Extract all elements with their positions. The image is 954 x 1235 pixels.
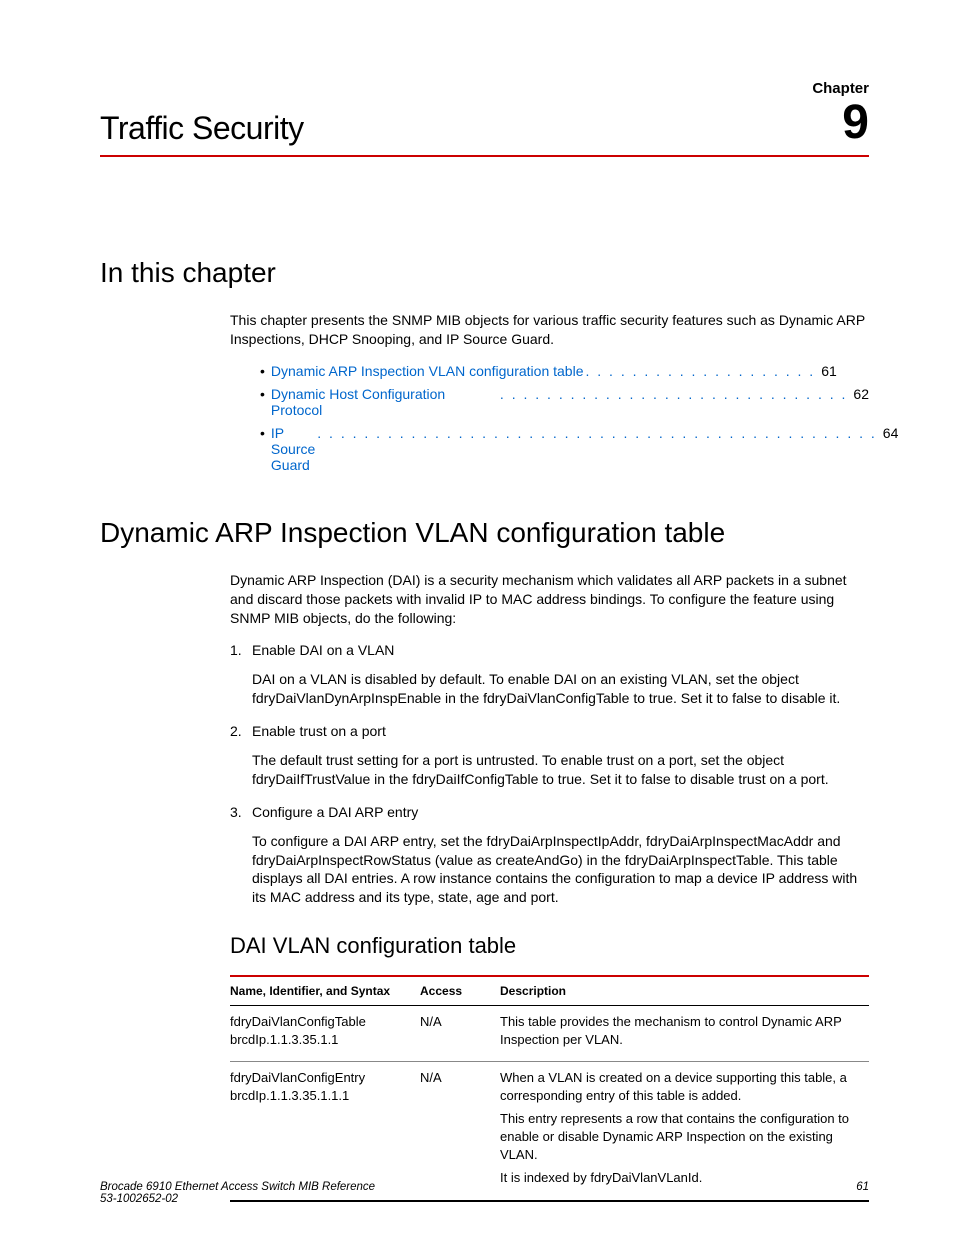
cell-access: N/A — [420, 1062, 500, 1201]
cell-name: fdryDaiVlanConfigEntry brcdIp.1.1.3.35.1… — [230, 1062, 420, 1201]
steps-list: 1.Enable DAI on a VLAN DAI on a VLAN is … — [230, 641, 869, 907]
dai-vlan-config-heading: Dynamic ARP Inspection VLAN configuratio… — [100, 517, 869, 549]
dai-intro: Dynamic ARP Inspection (DAI) is a securi… — [230, 571, 869, 628]
toc-item: • Dynamic Host Configuration Protocol . … — [260, 386, 869, 418]
toc-item: • Dynamic ARP Inspection VLAN configurat… — [260, 363, 869, 379]
identifier-line: brcdIp.1.1.3.35.1.1.1 — [230, 1087, 412, 1105]
desc-text: This entry represents a row that contain… — [500, 1110, 861, 1163]
chapter-header: Traffic Security Chapter 9 — [100, 80, 869, 157]
toc-page: 62 — [853, 386, 869, 402]
step-title: Enable trust on a port — [252, 723, 386, 739]
bullet-icon: • — [260, 425, 265, 441]
cell-access: N/A — [420, 1006, 500, 1062]
step-body: The default trust setting for a port is … — [252, 751, 869, 789]
toc-dots: . . . . . . . . . . . . . . . . . . . . … — [317, 425, 877, 441]
name-line: fdryDaiVlanConfigTable — [230, 1013, 412, 1031]
chapter-number-block: Chapter 9 — [812, 80, 869, 147]
bullet-icon: • — [260, 386, 265, 402]
bullet-icon: • — [260, 363, 265, 379]
toc-link-ip-source-guard[interactable]: IP Source Guard — [271, 425, 315, 473]
desc-text: When a VLAN is created on a device suppo… — [500, 1069, 861, 1104]
toc-link-dai-vlan[interactable]: Dynamic ARP Inspection VLAN configuratio… — [271, 363, 584, 379]
toc-item: • IP Source Guard . . . . . . . . . . . … — [260, 425, 869, 473]
dai-vlan-table: Name, Identifier, and Syntax Access Desc… — [230, 975, 869, 1201]
step-title: Enable DAI on a VLAN — [252, 642, 394, 658]
step-title: Configure a DAI ARP entry — [252, 804, 418, 820]
col-header-name: Name, Identifier, and Syntax — [230, 976, 420, 1006]
table-header-row: Name, Identifier, and Syntax Access Desc… — [230, 976, 869, 1006]
in-this-chapter-intro: This chapter presents the SNMP MIB objec… — [230, 311, 869, 349]
footer-docnum: 53-1002652-02 — [100, 1193, 375, 1205]
name-line: fdryDaiVlanConfigEntry — [230, 1069, 412, 1087]
dai-vlan-table-heading: DAI VLAN configuration table — [230, 933, 869, 959]
step-1: 1.Enable DAI on a VLAN DAI on a VLAN is … — [230, 641, 869, 708]
footer-title: Brocade 6910 Ethernet Access Switch MIB … — [100, 1181, 375, 1193]
chapter-title: Traffic Security — [100, 110, 304, 147]
cell-name: fdryDaiVlanConfigTable brcdIp.1.1.3.35.1… — [230, 1006, 420, 1062]
desc-text: This table provides the mechanism to con… — [500, 1013, 861, 1048]
toc-dots: . . . . . . . . . . . . . . . . . . . . — [586, 363, 816, 379]
col-header-access: Access — [420, 976, 500, 1006]
col-header-description: Description — [500, 976, 869, 1006]
in-this-chapter-heading: In this chapter — [100, 257, 869, 289]
step-number: 3. — [230, 803, 252, 822]
identifier-line: brcdIp.1.1.3.35.1.1 — [230, 1031, 412, 1049]
cell-description: This table provides the mechanism to con… — [500, 1006, 869, 1062]
toc-page: 64 — [883, 425, 899, 441]
step-2: 2.Enable trust on a port The default tru… — [230, 722, 869, 789]
toc-page: 61 — [821, 363, 837, 379]
toc-list: • Dynamic ARP Inspection VLAN configurat… — [260, 363, 869, 473]
chapter-label: Chapter — [812, 80, 869, 97]
chapter-number: 9 — [812, 99, 869, 147]
step-number: 2. — [230, 722, 252, 741]
step-number: 1. — [230, 641, 252, 660]
step-body: DAI on a VLAN is disabled by default. To… — [252, 670, 869, 708]
footer-left: Brocade 6910 Ethernet Access Switch MIB … — [100, 1181, 375, 1205]
toc-dots: . . . . . . . . . . . . . . . . . . . . … — [500, 386, 848, 402]
table-row: fdryDaiVlanConfigTable brcdIp.1.1.3.35.1… — [230, 1006, 869, 1062]
step-body: To configure a DAI ARP entry, set the fd… — [252, 832, 869, 908]
footer-page-number: 61 — [856, 1181, 869, 1205]
cell-description: When a VLAN is created on a device suppo… — [500, 1062, 869, 1201]
table-row: fdryDaiVlanConfigEntry brcdIp.1.1.3.35.1… — [230, 1062, 869, 1201]
step-3: 3.Configure a DAI ARP entry To configure… — [230, 803, 869, 907]
toc-link-dhcp[interactable]: Dynamic Host Configuration Protocol — [271, 386, 498, 418]
page-footer: Brocade 6910 Ethernet Access Switch MIB … — [100, 1181, 869, 1205]
